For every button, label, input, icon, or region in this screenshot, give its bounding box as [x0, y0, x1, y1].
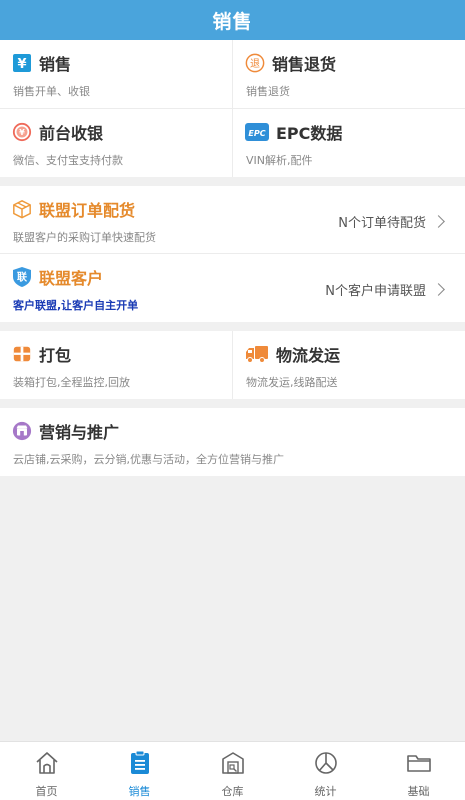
tab-home-label: 首页 [35, 785, 58, 798]
tab-home[interactable]: 首页 [0, 742, 93, 800]
menu-cashier-subtitle: 微信、支付宝支持付款 [13, 154, 123, 167]
tab-basic-label: 基础 [407, 785, 430, 798]
chevron-right-icon [432, 283, 445, 296]
tab-sales[interactable]: 销售 [93, 742, 186, 800]
folder-icon [406, 750, 432, 780]
menu-sales-title: 销售 [39, 55, 72, 74]
menu-marketing-title: 营销与推广 [39, 423, 120, 442]
menu-cashier[interactable]: ¥ 前台收银 微信、支付宝支持付款 [0, 109, 232, 177]
home-icon [34, 750, 60, 780]
epc-icon: EPC [245, 122, 269, 142]
menu-alliance-customers-subtitle: 客户联盟,让客户自主开单 [13, 299, 139, 312]
menu-sales-subtitle: 销售开单、收银 [13, 85, 90, 98]
svg-text:¥: ¥ [17, 57, 26, 72]
menu-packing-subtitle: 装箱打包,全程监控,回放 [13, 376, 130, 389]
shield-icon: 联 [12, 267, 32, 287]
menu-sales-return[interactable]: 退 销售退货 销售退货 [232, 40, 465, 108]
customer-requests-link[interactable]: N个客户申请联盟 [325, 280, 445, 299]
menu-alliance-orders[interactable]: 联盟订单配货 联盟客户的采购订单快速配货 N个订单待配货 [0, 186, 465, 254]
svg-text:退: 退 [250, 58, 260, 70]
menu-cashier-title: 前台收银 [39, 124, 104, 143]
logistics-grid-row: 打包 装箱打包,全程监控,回放 物流发运 物流发运,线路配送 [0, 331, 465, 399]
tab-statistics[interactable]: 统计 [279, 742, 372, 800]
tab-basic[interactable]: 基础 [372, 742, 465, 800]
tab-warehouse[interactable]: 仓库 [186, 742, 279, 800]
menu-packing[interactable]: 打包 装箱打包,全程监控,回放 [0, 331, 232, 399]
menu-sales-return-subtitle: 销售退货 [246, 85, 290, 98]
pending-orders-text: N个订单待配货 [338, 216, 426, 231]
sales-grid-row: ¥ 销售 销售开单、收银 退 销售退货 销售退货 [0, 40, 465, 109]
menu-logistics[interactable]: 物流发运 物流发运,线路配送 [232, 331, 465, 399]
menu-alliance-orders-title: 联盟订单配货 [39, 201, 136, 220]
package-icon [12, 344, 32, 364]
sales-grid-row: ¥ 前台收银 微信、支付宝支持付款 EPC EPC数据 VIN解析,配件 [0, 109, 465, 177]
menu-sales-return-title: 销售退货 [272, 55, 337, 74]
bottom-tab-bar: 首页 销售 仓库 统计 基础 [0, 741, 465, 800]
customer-requests-text: N个客户申请联盟 [325, 284, 426, 299]
svg-text:EPC: EPC [248, 129, 265, 138]
chevron-right-icon [432, 215, 445, 228]
cashier-icon: ¥ [12, 122, 32, 142]
warehouse-icon [220, 750, 246, 780]
svg-text:¥: ¥ [19, 127, 25, 137]
page-title: 销售 [0, 0, 465, 40]
truck-icon [245, 344, 269, 364]
menu-alliance-orders-subtitle: 联盟客户的采购订单快速配货 [13, 231, 156, 244]
tab-warehouse-label: 仓库 [221, 785, 244, 798]
svg-text:联: 联 [17, 271, 27, 284]
clipboard-icon [127, 750, 153, 780]
marketing-section: 营销与推广 云店铺,云采购，云分销,优惠与活动，全方位营销与推广 [0, 408, 465, 476]
store-icon [12, 421, 32, 441]
menu-packing-title: 打包 [39, 346, 72, 365]
menu-logistics-title: 物流发运 [276, 346, 341, 365]
menu-epc[interactable]: EPC EPC数据 VIN解析,配件 [232, 109, 465, 177]
menu-alliance-customers[interactable]: 联 联盟客户 客户联盟,让客户自主开单 N个客户申请联盟 [0, 254, 465, 322]
page-title-text: 销售 [212, 10, 253, 33]
menu-marketing[interactable]: 营销与推广 云店铺,云采购，云分销,优惠与活动，全方位营销与推广 [0, 408, 465, 476]
menu-epc-title: EPC数据 [276, 124, 343, 143]
tab-statistics-label: 统计 [314, 785, 337, 798]
menu-marketing-subtitle: 云店铺,云采购，云分销,优惠与活动，全方位营销与推广 [13, 453, 284, 466]
logistics-grid: 打包 装箱打包,全程监控,回放 物流发运 物流发运,线路配送 [0, 331, 465, 399]
menu-logistics-subtitle: 物流发运,线路配送 [246, 376, 338, 389]
box-icon [12, 199, 32, 219]
menu-sales[interactable]: ¥ 销售 销售开单、收银 [0, 40, 232, 108]
sales-grid: ¥ 销售 销售开单、收银 退 销售退货 销售退货 ¥ 前台收银 微信、支付宝支持… [0, 40, 465, 177]
chart-icon [313, 750, 339, 780]
menu-epc-subtitle: VIN解析,配件 [246, 154, 313, 167]
alliance-section: 联盟订单配货 联盟客户的采购订单快速配货 N个订单待配货 联 联盟客户 客户联盟… [0, 186, 465, 322]
menu-alliance-customers-title: 联盟客户 [39, 269, 104, 288]
yen-icon: ¥ [12, 53, 32, 73]
return-icon: 退 [245, 53, 265, 73]
pending-orders-link[interactable]: N个订单待配货 [338, 212, 445, 231]
tab-sales-label: 销售 [128, 785, 151, 798]
